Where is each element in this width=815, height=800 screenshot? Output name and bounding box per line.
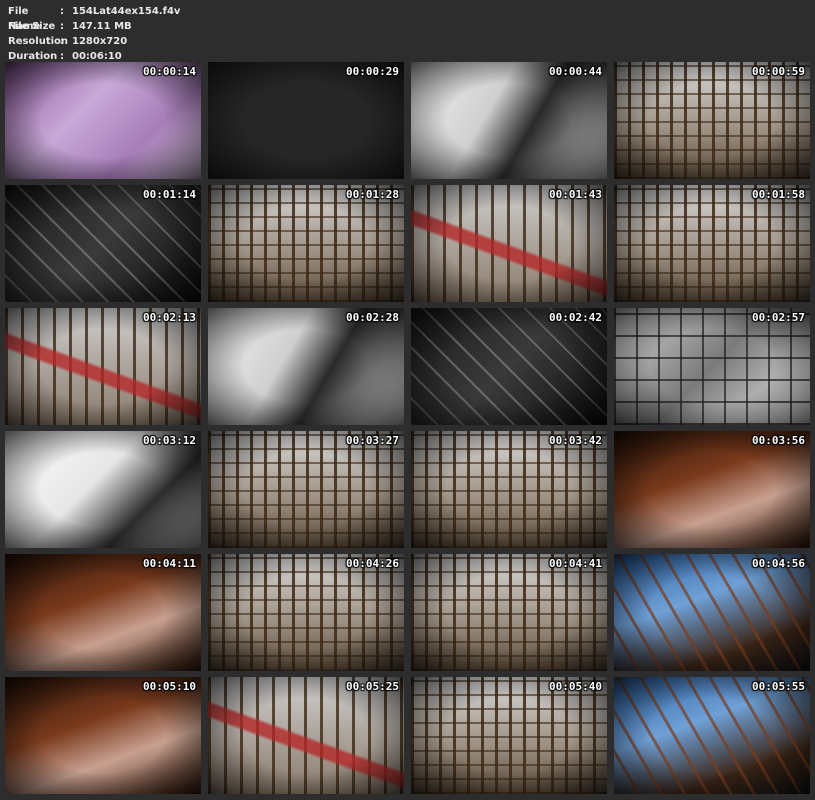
video-thumbnail[interactable]: 00:04:56	[614, 554, 810, 671]
thumbnail-timestamp: 00:03:12	[143, 434, 196, 447]
video-thumbnail[interactable]: 00:02:28	[208, 308, 404, 425]
thumbnail-vignette	[411, 554, 607, 671]
thumbnail-timestamp: 00:05:10	[143, 680, 196, 693]
thumbnail-timestamp: 00:00:29	[346, 65, 399, 78]
thumbnail-timestamp: 00:05:40	[549, 680, 602, 693]
thumbnail-vignette	[5, 62, 201, 179]
thumbnail-timestamp: 00:01:58	[752, 188, 805, 201]
video-thumbnail[interactable]: 00:05:40	[411, 677, 607, 794]
thumbnail-vignette	[411, 677, 607, 794]
video-thumbnail[interactable]: 00:01:58	[614, 185, 810, 302]
thumbnail-vignette	[411, 431, 607, 548]
video-thumbnail[interactable]: 00:03:27	[208, 431, 404, 548]
video-thumbnail[interactable]: 00:02:13	[5, 308, 201, 425]
resolution-value: 1280x720	[72, 36, 128, 47]
thumbnail-grid: 00:00:14 00:00:29 00:00:44 00:00:59 00:01:14…	[5, 62, 810, 794]
thumbnail-vignette	[614, 554, 810, 671]
thumbnail-vignette	[208, 308, 404, 425]
thumbnail-timestamp: 00:04:41	[549, 557, 602, 570]
video-thumbnail[interactable]: 00:04:11	[5, 554, 201, 671]
video-thumbnail[interactable]: 00:00:29	[208, 62, 404, 179]
thumbnail-timestamp: 00:02:28	[346, 311, 399, 324]
thumbnail-vignette	[411, 62, 607, 179]
thumbnail-timestamp: 00:00:14	[143, 65, 196, 78]
resolution-label: Resolution	[8, 36, 69, 47]
thumbnail-timestamp: 00:01:14	[143, 188, 196, 201]
thumbnail-vignette	[208, 62, 404, 179]
video-thumbnail[interactable]: 00:00:14	[5, 62, 201, 179]
video-thumbnail[interactable]: 00:05:55	[614, 677, 810, 794]
thumbnail-vignette	[614, 431, 810, 548]
thumbnail-vignette	[411, 308, 607, 425]
file-info-row-size: File Size : 147.11 MB	[8, 19, 180, 34]
video-thumbnail[interactable]: 00:04:41	[411, 554, 607, 671]
thumbnail-timestamp: 00:05:55	[752, 680, 805, 693]
video-thumbnail[interactable]: 00:03:12	[5, 431, 201, 548]
thumbnail-timestamp: 00:02:57	[752, 311, 805, 324]
video-thumbnail[interactable]: 00:05:10	[5, 677, 201, 794]
thumbnail-timestamp: 00:03:27	[346, 434, 399, 447]
thumbnail-vignette	[614, 308, 810, 425]
video-thumbnail[interactable]: 00:05:25	[208, 677, 404, 794]
thumbnail-vignette	[411, 185, 607, 302]
video-thumbnail[interactable]: 00:03:42	[411, 431, 607, 548]
thumbnail-vignette	[208, 677, 404, 794]
file-info-row-resolution: Resolution : 1280x720	[8, 34, 180, 49]
separator: :	[60, 6, 64, 17]
file-size-value: 147.11 MB	[72, 21, 132, 32]
video-thumbnail[interactable]: 00:01:28	[208, 185, 404, 302]
file-name-label: File Name	[8, 6, 41, 32]
thumbnail-vignette	[614, 677, 810, 794]
video-thumbnail[interactable]: 00:04:26	[208, 554, 404, 671]
thumbnail-vignette	[614, 62, 810, 179]
thumbnail-timestamp: 00:04:56	[752, 557, 805, 570]
thumbnail-timestamp: 00:02:13	[143, 311, 196, 324]
thumbnail-vignette	[208, 431, 404, 548]
thumbnail-timestamp: 00:03:56	[752, 434, 805, 447]
thumbnail-timestamp: 00:00:59	[752, 65, 805, 78]
video-thumbnail[interactable]: 00:03:56	[614, 431, 810, 548]
thumbnail-vignette	[5, 308, 201, 425]
video-thumbnail[interactable]: 00:02:57	[614, 308, 810, 425]
thumbnail-timestamp: 00:00:44	[549, 65, 602, 78]
thumbnail-vignette	[208, 185, 404, 302]
thumbnail-timestamp: 00:04:26	[346, 557, 399, 570]
thumbnail-vignette	[208, 554, 404, 671]
file-size-label: File Size	[8, 21, 56, 32]
thumbnail-timestamp: 00:04:11	[143, 557, 196, 570]
separator: :	[60, 36, 64, 47]
video-thumbnail[interactable]: 00:00:59	[614, 62, 810, 179]
thumbnail-timestamp: 00:03:42	[549, 434, 602, 447]
video-thumbnail[interactable]: 00:02:42	[411, 308, 607, 425]
thumbnail-vignette	[5, 185, 201, 302]
thumbnail-vignette	[614, 185, 810, 302]
separator: :	[60, 21, 64, 32]
thumbnail-timestamp: 00:05:25	[346, 680, 399, 693]
thumbnail-timestamp: 00:02:42	[549, 311, 602, 324]
video-thumbnail[interactable]: 00:00:44	[411, 62, 607, 179]
video-thumbnail[interactable]: 00:01:14	[5, 185, 201, 302]
thumbnail-timestamp: 00:01:43	[549, 188, 602, 201]
thumbnail-vignette	[5, 554, 201, 671]
video-thumbnail[interactable]: 00:01:43	[411, 185, 607, 302]
thumbnail-vignette	[5, 431, 201, 548]
thumbnail-timestamp: 00:01:28	[346, 188, 399, 201]
file-name-value: 154Lat44ex154.f4v	[72, 6, 181, 17]
thumbnail-vignette	[5, 677, 201, 794]
file-info-row-name: File Name : 154Lat44ex154.f4v	[8, 4, 181, 32]
file-info-panel: File Name : 154Lat44ex154.f4v File Size …	[8, 4, 180, 64]
